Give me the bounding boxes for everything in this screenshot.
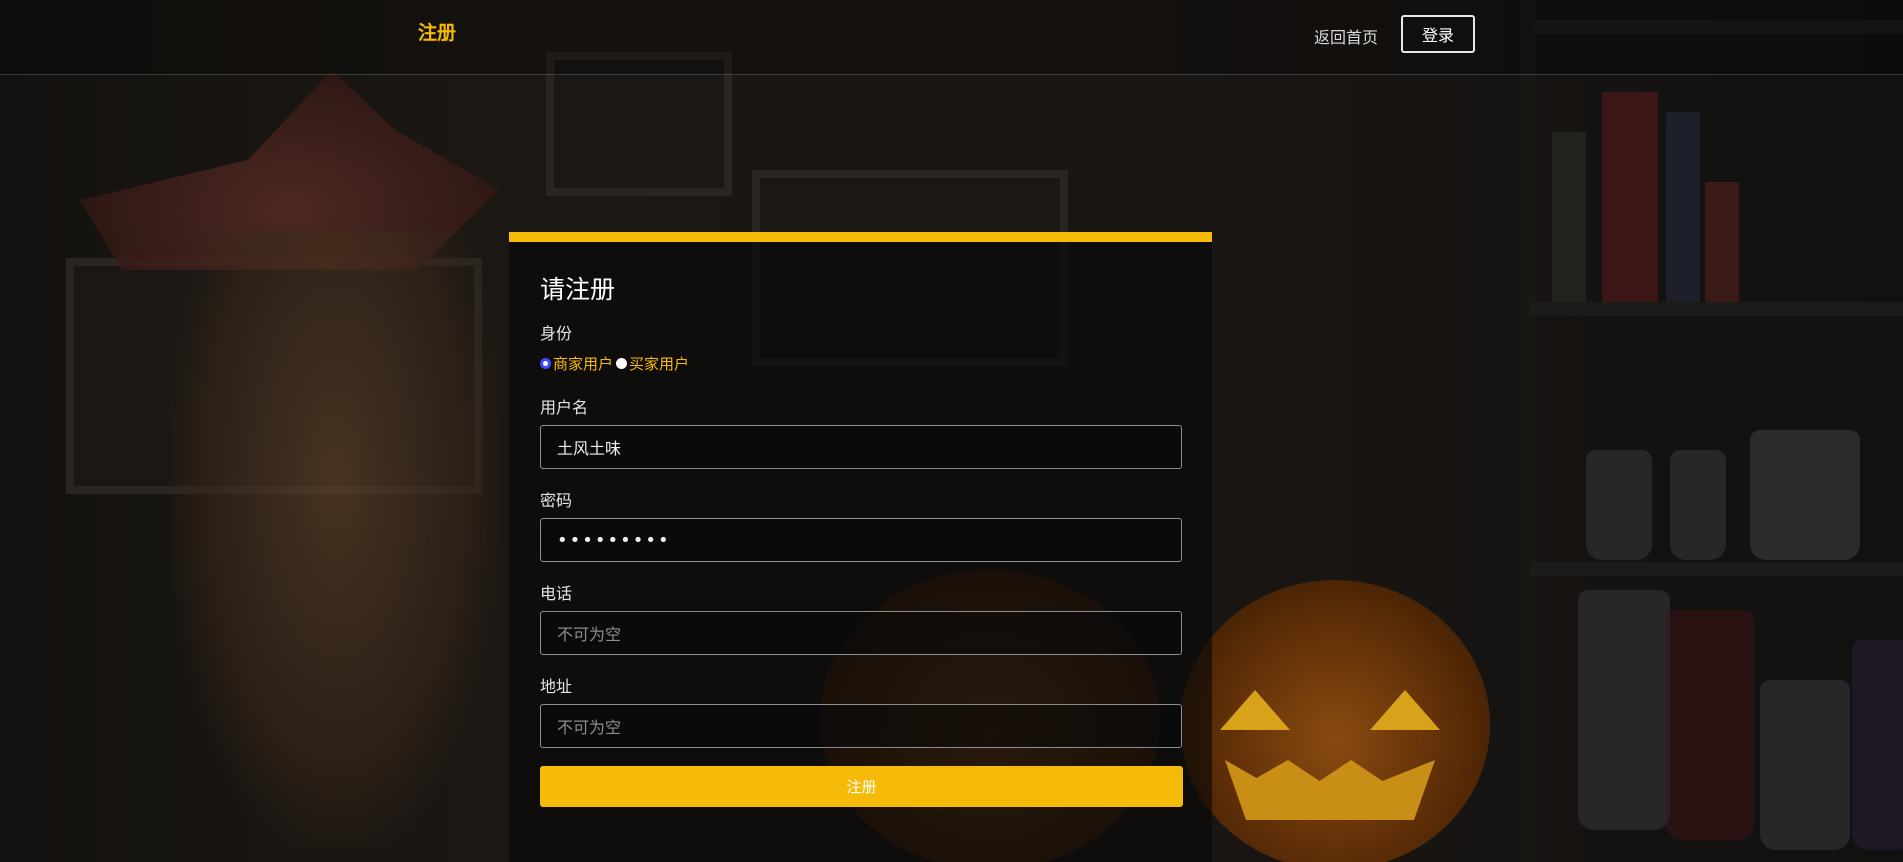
top-navbar: 注册 返回首页 登录 bbox=[0, 0, 1903, 75]
phone-input[interactable]: 不可为空 bbox=[540, 611, 1182, 655]
pumpkin-eye bbox=[1220, 690, 1290, 730]
background-shelf-post bbox=[1520, 0, 1536, 862]
pumpkin-eye bbox=[1370, 690, 1440, 730]
phone-label: 电话 bbox=[540, 584, 573, 603]
username-label: 用户名 bbox=[540, 398, 589, 417]
background-shelf bbox=[1530, 562, 1903, 576]
register-submit-button[interactable]: 注册 bbox=[540, 766, 1183, 807]
password-input[interactable]: ••••••••• bbox=[540, 518, 1182, 562]
background-bottle bbox=[1666, 610, 1754, 840]
background-pumpkin bbox=[1180, 580, 1490, 862]
background-bottle bbox=[1852, 640, 1903, 850]
form-accent-bar bbox=[509, 232, 1212, 242]
background-bottle bbox=[1670, 450, 1726, 560]
background-shelf bbox=[1530, 302, 1903, 316]
password-label: 密码 bbox=[540, 491, 573, 510]
background-book bbox=[1552, 132, 1586, 302]
background-bottle bbox=[1578, 590, 1670, 830]
role-radio-buyer-label[interactable]: 买家用户 bbox=[629, 353, 689, 374]
background-book bbox=[1666, 112, 1700, 302]
pumpkin-mouth bbox=[1225, 760, 1435, 820]
background-bottle bbox=[1586, 450, 1652, 560]
register-form-panel: 请注册 身份 商家用户 买家用户 用户名 土风土味 密码 ••••••••• 电… bbox=[509, 232, 1212, 862]
login-button[interactable]: 登录 bbox=[1401, 15, 1475, 53]
home-link[interactable]: 返回首页 bbox=[1314, 24, 1378, 48]
address-label: 地址 bbox=[540, 677, 573, 696]
address-input[interactable]: 不可为空 bbox=[540, 704, 1182, 748]
role-label: 身份 bbox=[540, 324, 573, 343]
background-book bbox=[1705, 182, 1739, 302]
background-bottle bbox=[1750, 430, 1860, 560]
background-book bbox=[1602, 92, 1658, 302]
role-radio-buyer[interactable] bbox=[616, 357, 628, 369]
role-radio-merchant-label[interactable]: 商家用户 bbox=[553, 353, 613, 374]
username-input[interactable]: 土风土味 bbox=[540, 425, 1182, 469]
background-witch-figure bbox=[170, 230, 500, 850]
form-title: 请注册 bbox=[540, 275, 616, 304]
background-bottle bbox=[1760, 680, 1850, 850]
brand-title: 注册 bbox=[418, 22, 457, 44]
role-radio-merchant[interactable] bbox=[540, 357, 551, 369]
role-radio-group: 商家用户 买家用户 bbox=[540, 353, 692, 373]
